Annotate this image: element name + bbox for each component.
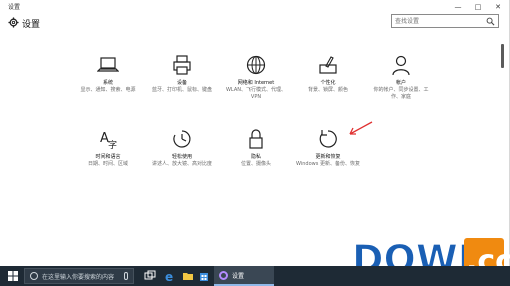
timer-icon [173,130,191,148]
tile-network[interactable]: 网络和 Internet WLAN、飞行模式、代理、VPN [224,54,288,100]
tile-label: 系统 [102,80,113,86]
scrollbar-thumb[interactable] [501,44,504,68]
laptop-icon [97,57,119,72]
tile-system[interactable]: 系统 显示、通知、搜索、电源 [76,54,140,94]
red-arrow-annotation [349,121,373,135]
taskbar-search-box[interactable]: 在这里输入你要搜索的内容 [24,268,134,284]
globe-icon [246,55,266,75]
lock-icon [249,129,263,149]
tile-description: 你的帐户、同步设置、工作、家庭 [373,87,429,100]
brush-icon [319,56,337,74]
edge-browser-icon[interactable]: e [164,270,176,282]
tile-description: 讲述人、放大镜、高对比度 [151,161,212,167]
tile-description: 位置、摄像头 [240,161,271,167]
windows-start-icon[interactable] [8,271,18,281]
language-icon: A 字 [100,131,117,150]
search-input[interactable] [395,16,483,26]
tile-ease-of-access[interactable]: 轻松使用 讲述人、放大镜、高对比度 [150,128,214,168]
minimize-button[interactable]: — [450,0,466,14]
tile-privacy[interactable]: 隐私 位置、摄像头 [224,128,288,168]
gear-icon [8,17,19,28]
title-bar: 设置 — □ ✕ [0,0,510,14]
tile-personalization[interactable]: 个性化 背景、锁屏、颜色 [296,54,360,94]
taskbar-settings-app[interactable]: 设置 [214,266,274,286]
svg-text:字: 字 [108,139,117,150]
search-box[interactable] [391,14,499,28]
taskbar: 在这里输入你要搜索的内容 e 设置 [0,266,510,286]
tile-label: 轻松使用 [171,154,192,160]
microphone-icon[interactable] [124,272,128,280]
tile-label: 帐户 [395,80,406,86]
tile-description: 背景、锁屏、颜色 [307,87,348,93]
person-icon [392,55,410,76]
page-title: 设置 [22,20,41,30]
tile-description: 蓝牙、打印机、鼠标、键盘 [151,87,212,93]
tile-description: Windows 更新、备份、恢复 [296,161,360,167]
tile-label: 网络和 Internet [237,80,275,86]
cortana-icon [30,272,38,280]
tile-label: 设备 [176,80,187,86]
taskbar-search-placeholder: 在这里输入你要搜索的内容 [42,274,115,281]
maximize-button[interactable]: □ [470,0,486,14]
tile-description: 显示、通知、搜索、电源 [80,87,136,93]
tile-description: 日期、时间、区域 [87,161,128,167]
tile-label: 隐私 [250,154,261,160]
tile-description: WLAN、飞行模式、代理、VPN [225,87,286,100]
tile-label: 时间和语言 [95,154,121,160]
printer-icon [173,55,191,75]
settings-window: 设置 — □ ✕ 设置 系统 显示、通知、搜索、电源 [0,0,510,266]
window-title: 设置 [8,4,21,11]
taskbar-app-label: 设置 [232,273,245,280]
search-icon[interactable] [486,17,495,26]
tile-label: 个性化 [320,80,336,86]
tile-label: 更新和恢复 [315,154,341,160]
tile-time-language[interactable]: A 字 时间和语言 日期、时间、区域 [76,128,140,168]
refresh-icon [319,130,337,148]
svg-text:e: e [165,270,173,282]
task-view-icon[interactable] [144,270,156,282]
settings-app-icon [219,271,228,280]
close-button[interactable]: ✕ [490,0,506,14]
store-icon[interactable] [198,270,210,282]
tile-accounts[interactable]: 帐户 你的帐户、同步设置、工作、家庭 [369,54,433,100]
file-explorer-icon[interactable] [182,270,194,282]
tile-devices[interactable]: 设备 蓝牙、打印机、鼠标、键盘 [150,54,214,94]
